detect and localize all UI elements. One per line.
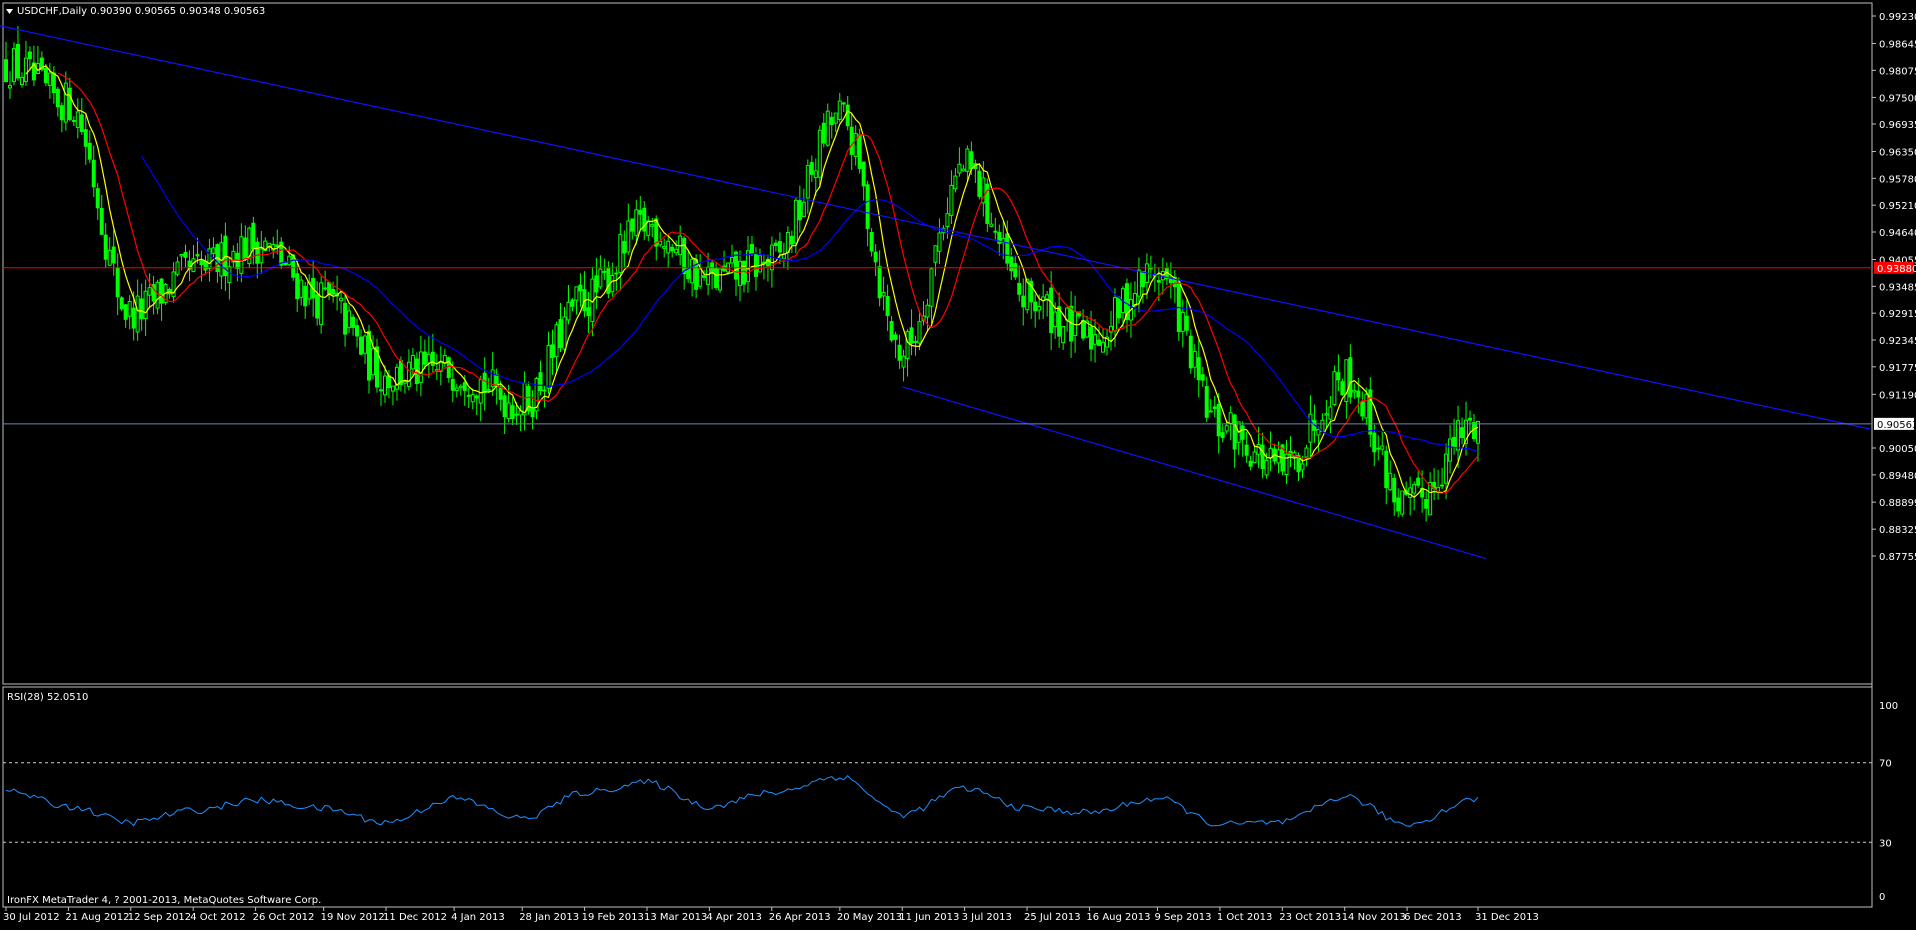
time-tick-label: 12 Sep 2012 bbox=[128, 912, 191, 923]
time-tick-label: 31 Dec 2013 bbox=[1475, 912, 1539, 923]
candle bbox=[718, 268, 723, 293]
candle bbox=[1188, 329, 1193, 374]
time-tick-label: 23 Oct 2013 bbox=[1279, 912, 1341, 923]
time-tick-label: 25 Jul 2013 bbox=[1024, 912, 1081, 923]
price-tick-label: 0.89480 bbox=[1879, 471, 1916, 482]
chart-canvas[interactable]: 0.99230 0.98645 0.98075 0.97500 0.96935 0.963… bbox=[0, 0, 1916, 926]
price-tick-label: 0.87755 bbox=[1879, 552, 1916, 563]
time-tick-label: 9 Sep 2013 bbox=[1155, 912, 1212, 923]
red-level-tag-text: 0.93880 bbox=[1877, 264, 1916, 275]
time-tick-label: 19 Nov 2012 bbox=[321, 912, 385, 923]
price-tick-label: 0.97500 bbox=[1879, 93, 1916, 104]
price-tick-label: 0.88899 bbox=[1879, 498, 1916, 509]
copyright-text: IronFX MetaTrader 4, ? 2001-2013, MetaQu… bbox=[7, 895, 321, 906]
price-tick-label: 0.99230 bbox=[1879, 12, 1916, 23]
time-tick-label: 11 Jun 2013 bbox=[899, 912, 959, 923]
price-tick-label: 0.96350 bbox=[1879, 148, 1916, 159]
price-tick-label: 0.93485 bbox=[1879, 282, 1916, 293]
price-tick-label: 0.91190 bbox=[1879, 390, 1916, 401]
candle bbox=[279, 237, 284, 270]
price-tick-label: 0.95780 bbox=[1879, 174, 1916, 185]
time-tick-label: 11 Dec 2012 bbox=[383, 912, 447, 923]
price-panel[interactable] bbox=[2, 2, 1873, 685]
time-tick-label: 4 Oct 2012 bbox=[190, 912, 245, 923]
rsi-axis: 100 70 30 0 bbox=[1879, 701, 1898, 903]
rsi-axis-label-bottom: 0 bbox=[1879, 892, 1885, 903]
time-tick-label: 13 Mar 2013 bbox=[644, 912, 707, 923]
price-tick-label: 0.90050 bbox=[1879, 444, 1916, 455]
price-tick-label: 0.98645 bbox=[1879, 40, 1916, 51]
price-tick-label: 0.98075 bbox=[1879, 66, 1916, 77]
time-axis[interactable]: 30 Jul 2012 21 Aug 201212 Sep 2012 4 Oct 2… bbox=[3, 907, 1539, 923]
rsi-header: RSI(28) 52.0510 bbox=[7, 692, 88, 703]
time-tick-label: 1 Oct 2013 bbox=[1217, 912, 1272, 923]
time-tick-label: 4 Jan 2013 bbox=[451, 912, 505, 923]
price-tick-label: 0.95210 bbox=[1879, 201, 1916, 212]
candle bbox=[1340, 378, 1345, 396]
candle bbox=[247, 226, 252, 269]
time-tick-label: 20 May 2013 bbox=[837, 912, 902, 923]
time-tick-label: 28 Jan 2013 bbox=[519, 912, 579, 923]
price-tick-label: 0.91775 bbox=[1879, 363, 1916, 374]
time-tick-label: 26 Oct 2012 bbox=[253, 912, 315, 923]
time-tick-label: 19 Feb 2013 bbox=[582, 912, 644, 923]
red-level-tag: 0.93880 bbox=[1874, 261, 1916, 275]
rsi-axis-label-upper: 70 bbox=[1879, 759, 1892, 770]
price-tick-label: 0.88325 bbox=[1879, 525, 1916, 536]
time-tick-label: 3 Jul 2013 bbox=[962, 912, 1012, 923]
candle bbox=[1400, 490, 1405, 517]
chart-header: USDCHF,Daily 0.90390 0.90565 0.90348 0.9… bbox=[17, 6, 265, 17]
time-tick-label: 30 Jul 2012 bbox=[3, 912, 60, 923]
time-tick-label: 21 Aug 2012 bbox=[65, 912, 129, 923]
time-tick-label: 4 Apr 2013 bbox=[706, 912, 761, 923]
current-price-tag: 0.90563 bbox=[1874, 417, 1916, 431]
candle bbox=[526, 381, 531, 415]
time-tick-label: 14 Nov 2013 bbox=[1342, 912, 1406, 923]
time-tick-label: 26 Apr 2013 bbox=[769, 912, 831, 923]
price-tick-label: 0.92345 bbox=[1879, 336, 1916, 347]
price-tick-label: 0.94640 bbox=[1879, 228, 1916, 239]
current-price-tag-text: 0.90563 bbox=[1877, 420, 1916, 431]
price-tick-label: 0.96935 bbox=[1879, 120, 1916, 131]
rsi-axis-label-lower: 30 bbox=[1879, 838, 1892, 849]
candle bbox=[11, 42, 16, 86]
candle bbox=[374, 338, 379, 393]
rsi-panel[interactable] bbox=[2, 686, 1873, 908]
price-axis[interactable]: 0.99230 0.98645 0.98075 0.97500 0.96935 0.963… bbox=[1872, 12, 1916, 563]
candle bbox=[1332, 365, 1337, 407]
candle bbox=[119, 296, 124, 312]
metatrader-chart-window[interactable]: 0.99230 0.98645 0.98075 0.97500 0.96935 0.963… bbox=[0, 0, 1916, 926]
rsi-axis-label-top: 100 bbox=[1879, 701, 1898, 712]
candle bbox=[1176, 277, 1181, 342]
time-tick-label: 6 Dec 2013 bbox=[1404, 912, 1462, 923]
price-tick-label: 0.92915 bbox=[1879, 309, 1916, 320]
time-tick-label: 16 Aug 2013 bbox=[1086, 912, 1150, 923]
